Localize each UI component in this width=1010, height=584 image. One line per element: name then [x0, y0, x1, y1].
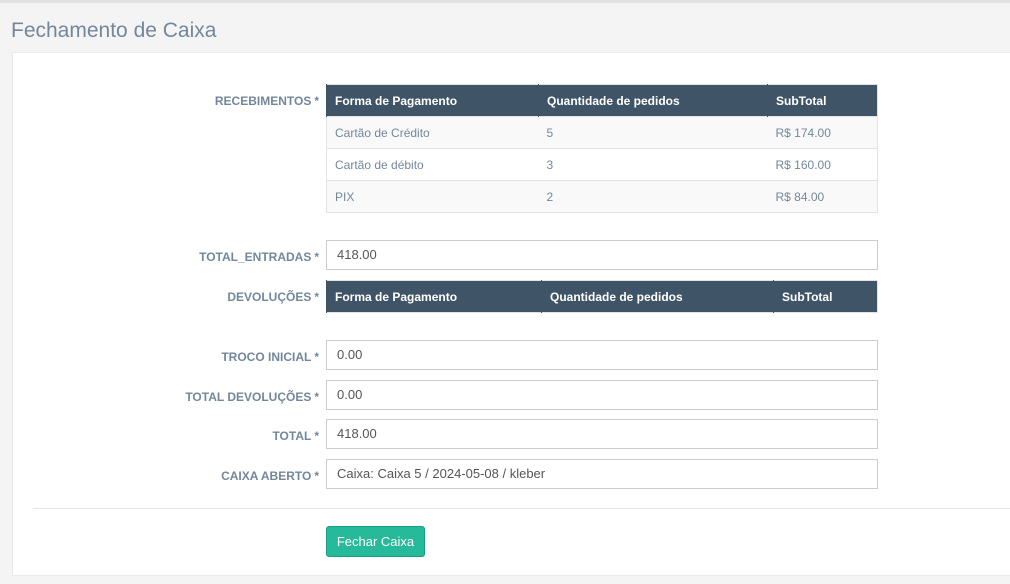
- total-field[interactable]: 418.00: [326, 419, 878, 449]
- required-mark: *: [314, 290, 319, 304]
- column-header-forma: Forma de Pagamento: [326, 280, 542, 313]
- required-mark: *: [314, 429, 319, 443]
- column-header-quantidade: Quantidade de pedidos: [541, 280, 774, 313]
- devolucoes-label: DEVOLUÇÕES *: [227, 290, 319, 304]
- cell-forma: PIX: [326, 180, 539, 213]
- caixa-aberto-label-text: CAIXA ABERTO: [221, 469, 312, 483]
- required-mark: *: [314, 350, 319, 364]
- troco-inicial-field[interactable]: 0.00: [326, 340, 878, 370]
- table-row: Cartão de Crédito 5 R$ 174.00: [326, 116, 878, 149]
- column-header-subtotal: SubTotal: [773, 280, 878, 313]
- cell-forma: Cartão de débito: [326, 148, 539, 181]
- cell-subtotal: R$ 174.00: [767, 116, 878, 149]
- devolucoes-table: Forma de Pagamento Quantidade de pedidos…: [326, 280, 878, 313]
- column-header-quantidade: Quantidade de pedidos: [538, 84, 768, 117]
- total-devolucoes-label: TOTAL DEVOLUÇÕES *: [185, 390, 319, 404]
- caixa-aberto-select[interactable]: Caixa: Caixa 5 / 2024-05-08 / kleber: [326, 459, 878, 489]
- required-mark: *: [314, 250, 319, 264]
- cell-forma: Cartão de Crédito: [326, 116, 539, 149]
- total-devolucoes-label-text: TOTAL DEVOLUÇÕES: [185, 390, 312, 404]
- caixa-aberto-label: CAIXA ABERTO *: [221, 469, 319, 483]
- page-title: Fechamento de Caixa: [11, 19, 217, 42]
- cell-quantidade: 3: [538, 148, 768, 181]
- table-row: PIX 2 R$ 84.00: [326, 180, 878, 213]
- top-border: [0, 0, 1010, 3]
- cell-subtotal: R$ 160.00: [767, 148, 878, 181]
- required-mark: *: [314, 390, 319, 404]
- total-entradas-field[interactable]: 418.00: [326, 240, 878, 270]
- table-header-row: Forma de Pagamento Quantidade de pedidos…: [326, 280, 878, 313]
- form-panel: RECEBIMENTOS * Forma de Pagamento Quantid…: [12, 52, 1010, 576]
- total-entradas-label-text: TOTAL_ENTRADAS: [199, 250, 312, 264]
- cell-subtotal: R$ 84.00: [767, 180, 878, 213]
- column-header-forma: Forma de Pagamento: [326, 84, 539, 117]
- total-entradas-label: TOTAL_ENTRADAS *: [199, 250, 319, 264]
- cell-quantidade: 5: [538, 116, 768, 149]
- table-row: Cartão de débito 3 R$ 160.00: [326, 148, 878, 181]
- recebimentos-table: Forma de Pagamento Quantidade de pedidos…: [326, 84, 878, 213]
- cell-quantidade: 2: [538, 180, 768, 213]
- troco-inicial-label-text: TROCO INICIAL: [221, 350, 312, 364]
- table-header-row: Forma de Pagamento Quantidade de pedidos…: [326, 84, 878, 117]
- fechar-caixa-button[interactable]: Fechar Caixa: [326, 526, 425, 557]
- devolucoes-label-text: DEVOLUÇÕES: [227, 290, 312, 304]
- total-label: TOTAL *: [272, 429, 319, 443]
- column-header-subtotal: SubTotal: [767, 84, 878, 117]
- recebimentos-label-text: RECEBIMENTOS: [214, 94, 312, 108]
- recebimentos-label: RECEBIMENTOS *: [215, 94, 319, 108]
- total-label-text: TOTAL: [272, 429, 312, 443]
- required-mark: *: [314, 94, 319, 108]
- form-divider: [33, 508, 1010, 509]
- required-mark: *: [314, 469, 319, 483]
- troco-inicial-label: TROCO INICIAL *: [221, 350, 319, 364]
- total-devolucoes-field[interactable]: 0.00: [326, 380, 878, 410]
